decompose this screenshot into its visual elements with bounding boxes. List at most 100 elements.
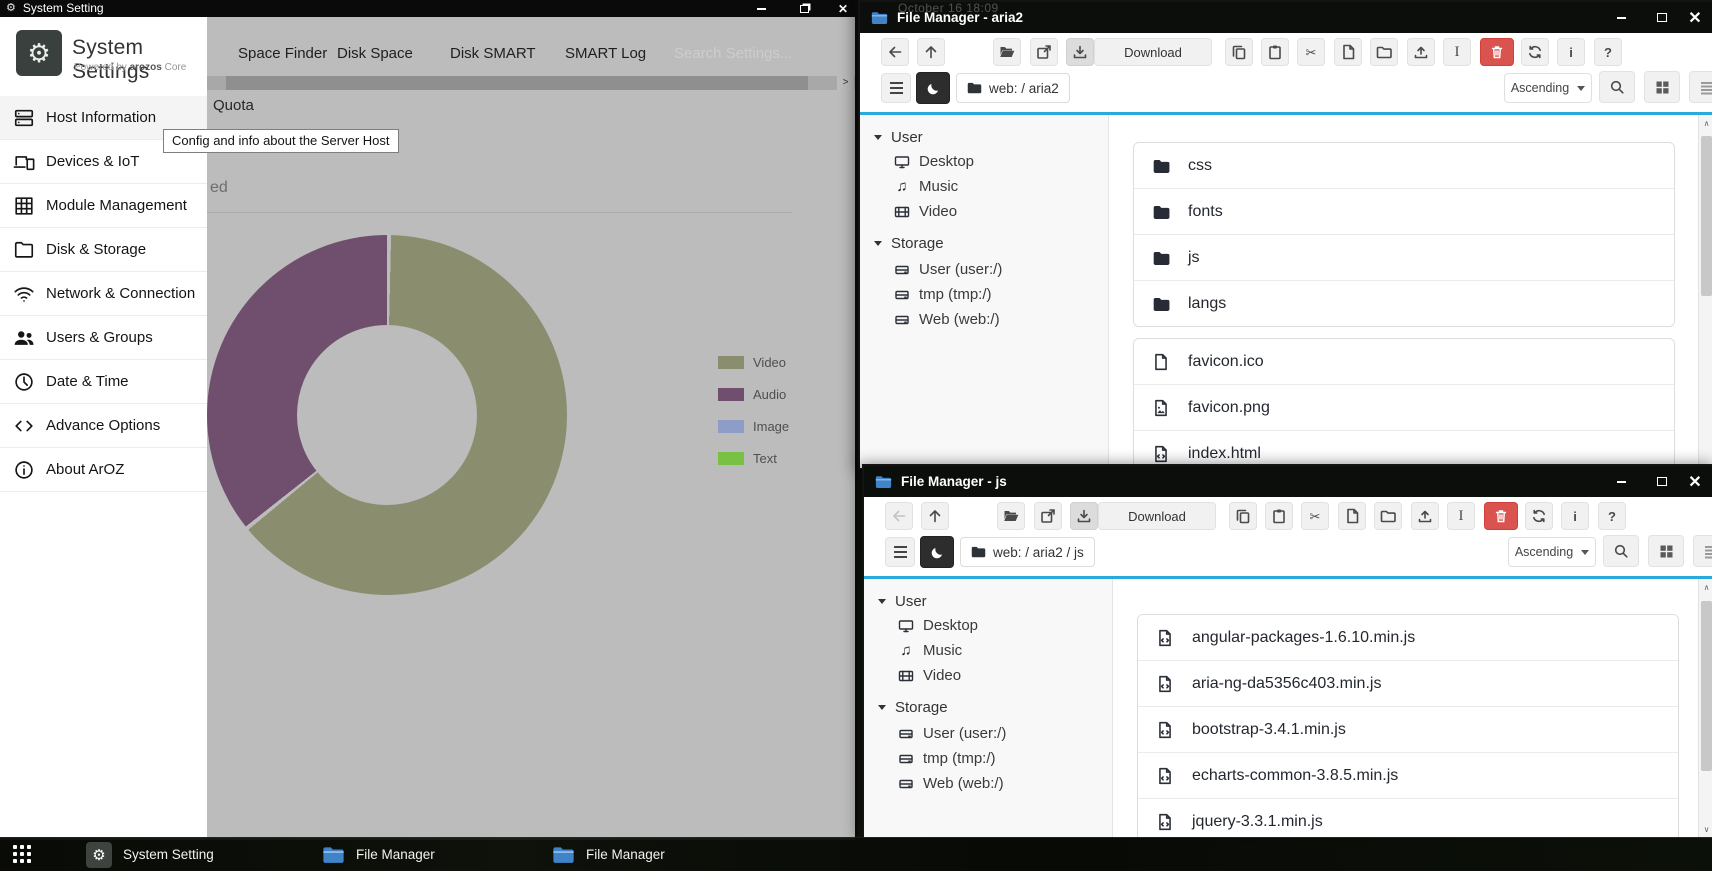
help-button[interactable]: ? — [1598, 502, 1626, 530]
maximize-button[interactable] — [1647, 2, 1677, 33]
tree-group-storage[interactable]: Storage — [878, 699, 948, 716]
tab-space-finder[interactable]: Space Finder — [238, 45, 327, 62]
breadcrumb[interactable]: web: / aria2 / js — [960, 537, 1095, 567]
back-button[interactable] — [881, 38, 909, 66]
new-folder-button[interactable] — [1374, 502, 1402, 530]
system-settings-titlebar[interactable]: ⚙ System Setting ✕ — [0, 0, 855, 17]
list-view-button[interactable] — [1693, 535, 1712, 567]
maximize-button[interactable] — [1647, 466, 1677, 497]
tree-item-tmp-drive[interactable]: tmp (tmp:/) — [898, 750, 996, 767]
taskbar-item-file-manager-2[interactable]: File Manager — [552, 838, 665, 871]
sidebar-item-users-groups[interactable]: Users & Groups — [0, 316, 207, 360]
up-button[interactable] — [917, 38, 945, 66]
vertical-scrollbar[interactable]: ∧ ∨ — [1698, 579, 1712, 838]
tree-group-user[interactable]: User — [878, 593, 927, 610]
tabs-overflow-button[interactable]: > — [837, 76, 854, 90]
tabs-scrollbar-thumb[interactable] — [226, 76, 808, 90]
sort-order-dropdown[interactable]: Ascending — [1504, 73, 1592, 103]
close-button[interactable]: ✕ — [1680, 2, 1710, 33]
upload-button[interactable] — [1411, 502, 1439, 530]
open-in-new-button[interactable] — [1030, 38, 1058, 66]
scroll-down-arrow[interactable]: ∨ — [1699, 822, 1712, 837]
search-settings-input[interactable] — [672, 41, 836, 65]
tab-disk-space[interactable]: Disk Space — [337, 45, 413, 62]
up-button[interactable] — [921, 502, 949, 530]
cut-button[interactable]: ✂ — [1297, 38, 1325, 66]
menu-button[interactable] — [881, 73, 911, 103]
copy-button[interactable] — [1229, 502, 1257, 530]
minimize-button[interactable] — [1606, 2, 1636, 33]
file-row-js[interactable]: js — [1134, 235, 1674, 281]
download-icon-button[interactable] — [1066, 38, 1094, 66]
sidebar-item-module-management[interactable]: Module Management — [0, 184, 207, 228]
restore-button[interactable] — [791, 0, 817, 17]
dark-mode-button[interactable] — [916, 72, 950, 104]
paste-button[interactable] — [1265, 502, 1293, 530]
close-button[interactable]: ✕ — [830, 0, 855, 17]
tree-item-web-drive[interactable]: Web (web:/) — [894, 311, 1000, 328]
tab-smart-log[interactable]: SMART Log — [565, 45, 646, 62]
tree-item-desktop[interactable]: Desktop — [894, 153, 974, 170]
file-row-favicon-png[interactable]: favicon.png — [1134, 385, 1674, 431]
taskbar-item-system-setting[interactable]: ⚙ System Setting — [86, 838, 214, 871]
file-row-angular[interactable]: angular-packages-1.6.10.min.js — [1138, 615, 1678, 661]
file-row-jquery[interactable]: jquery-3.3.1.min.js — [1138, 799, 1678, 840]
app-launcher-button[interactable] — [13, 845, 33, 864]
cut-button[interactable]: ✂ — [1301, 502, 1329, 530]
open-folder-button[interactable] — [997, 502, 1025, 530]
rename-button[interactable]: I — [1443, 38, 1471, 66]
open-folder-button[interactable] — [993, 38, 1021, 66]
paste-button[interactable] — [1261, 38, 1289, 66]
list-view-button[interactable] — [1689, 71, 1712, 103]
scroll-up-arrow[interactable]: ∧ — [1699, 580, 1712, 595]
rename-button[interactable]: I — [1447, 502, 1475, 530]
dark-mode-button[interactable] — [920, 536, 954, 568]
delete-button[interactable] — [1480, 38, 1514, 66]
sidebar-item-date-time[interactable]: Date & Time — [0, 360, 207, 404]
tree-item-web-drive[interactable]: Web (web:/) — [898, 775, 1004, 792]
scrollbar-thumb[interactable] — [1701, 136, 1712, 296]
upload-button[interactable] — [1407, 38, 1435, 66]
tab-disk-smart[interactable]: Disk SMART — [450, 45, 536, 62]
file-row-bootstrap[interactable]: bootstrap-3.4.1.min.js — [1138, 707, 1678, 753]
tree-item-music[interactable]: ♫Music — [898, 642, 962, 659]
back-button-disabled[interactable] — [885, 502, 913, 530]
sidebar-item-advance-options[interactable]: Advance Options — [0, 404, 207, 448]
tree-item-user-drive[interactable]: User (user:/) — [894, 261, 1002, 278]
open-in-new-button[interactable] — [1034, 502, 1062, 530]
tree-item-video[interactable]: Video — [898, 667, 961, 684]
delete-button[interactable] — [1484, 502, 1518, 530]
vertical-scrollbar[interactable]: ∧ — [1698, 115, 1712, 468]
tree-group-storage[interactable]: Storage — [874, 235, 944, 252]
file-row-langs[interactable]: langs — [1134, 281, 1674, 326]
close-button[interactable]: ✕ — [1680, 466, 1710, 497]
sidebar-item-about-aroz[interactable]: About ArOZ — [0, 448, 207, 492]
tree-group-user[interactable]: User — [874, 129, 923, 146]
tree-item-desktop[interactable]: Desktop — [898, 617, 978, 634]
search-button[interactable] — [1599, 71, 1635, 103]
file-row-aria-ng[interactable]: aria-ng-da5356c403.min.js — [1138, 661, 1678, 707]
tree-item-music[interactable]: ♫Music — [894, 178, 958, 195]
menu-button[interactable] — [885, 537, 915, 567]
tabs-scrollbar[interactable]: > — [207, 76, 855, 90]
file-manager-titlebar[interactable]: File Manager - js ✕ — [864, 466, 1712, 497]
properties-button[interactable]: i — [1557, 38, 1585, 66]
breadcrumb[interactable]: web: / aria2 — [956, 73, 1070, 103]
file-row-css[interactable]: css — [1134, 143, 1674, 189]
properties-button[interactable]: i — [1561, 502, 1589, 530]
minimize-button[interactable] — [748, 0, 774, 17]
new-file-button[interactable] — [1338, 502, 1366, 530]
help-button[interactable]: ? — [1594, 38, 1622, 66]
tree-item-video[interactable]: Video — [894, 203, 957, 220]
search-button[interactable] — [1603, 535, 1639, 567]
refresh-button[interactable] — [1525, 502, 1553, 530]
tree-item-tmp-drive[interactable]: tmp (tmp:/) — [894, 286, 992, 303]
download-icon-button[interactable] — [1070, 502, 1098, 530]
file-row-fonts[interactable]: fonts — [1134, 189, 1674, 235]
minimize-button[interactable] — [1606, 466, 1636, 497]
sidebar-item-network-connection[interactable]: Network & Connection — [0, 272, 207, 316]
sidebar-item-disk-storage[interactable]: Disk & Storage — [0, 228, 207, 272]
grid-view-button[interactable] — [1644, 71, 1680, 103]
copy-button[interactable] — [1225, 38, 1253, 66]
download-button[interactable]: Download — [1094, 38, 1212, 66]
